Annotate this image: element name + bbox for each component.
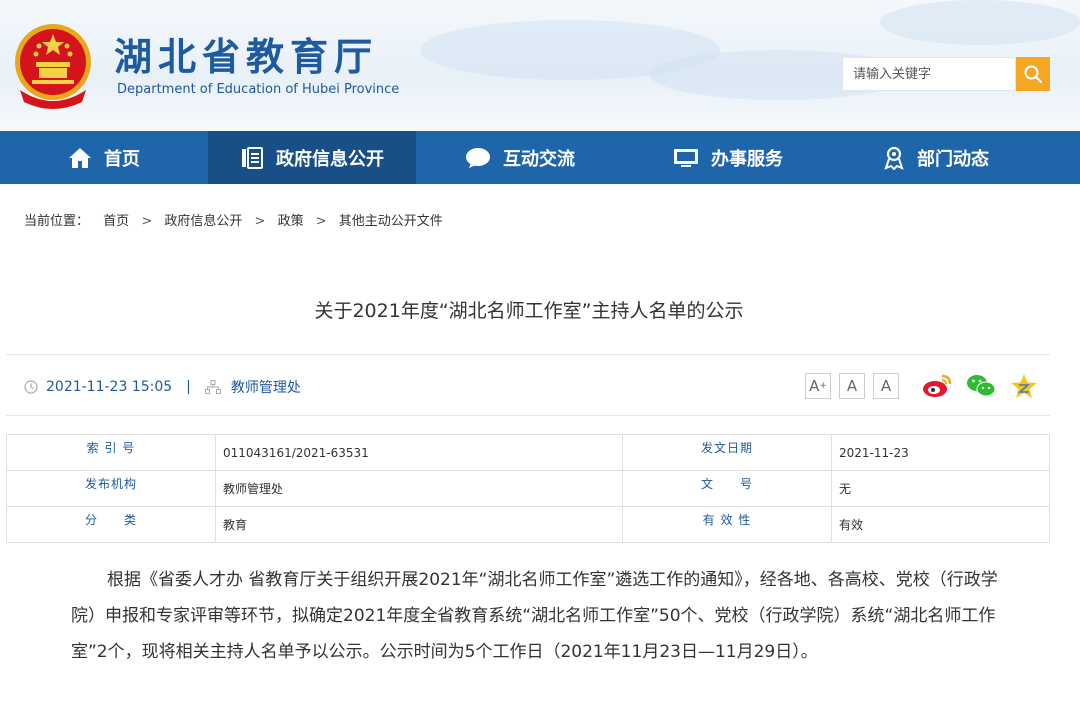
nav-item-label: 首页 bbox=[104, 148, 140, 170]
site-header: 湖北省教育厅 Department of Education of Hubei … bbox=[0, 0, 1080, 131]
qzone-star-icon[interactable] bbox=[1010, 373, 1038, 399]
breadcrumb-prefix: 当前位置： bbox=[24, 214, 90, 229]
chat-bubble-icon bbox=[466, 147, 490, 168]
breadcrumb-separator: > bbox=[254, 214, 266, 229]
site-title: 湖北省教育厅 bbox=[114, 34, 379, 79]
main-nav: 首页 政府信息公开 互动交流 办事服务 部门动态 bbox=[0, 131, 1080, 184]
clock-icon bbox=[24, 380, 38, 394]
info-value: 无 bbox=[831, 470, 1050, 507]
search-icon bbox=[1024, 65, 1043, 84]
meta-divider: | bbox=[186, 379, 191, 395]
weibo-icon[interactable] bbox=[922, 373, 952, 399]
info-key: 文 号 bbox=[622, 470, 832, 507]
info-value: 有效 bbox=[831, 506, 1050, 543]
site-subtitle: Department of Education of Hubei Provinc… bbox=[117, 82, 400, 97]
nav-item-label: 部门动态 bbox=[917, 148, 989, 170]
search-box bbox=[842, 57, 1023, 91]
award-person-icon bbox=[884, 146, 904, 170]
font-reset-button[interactable]: A bbox=[839, 373, 865, 399]
decorative-cloud bbox=[880, 0, 1080, 45]
article-title: 关于2021年度“湖北名师工作室”主持人名单的公示 bbox=[314, 300, 744, 322]
info-value: 教育 bbox=[215, 506, 623, 543]
info-value: 2021-11-23 bbox=[831, 434, 1050, 471]
info-value: 011043161/2021-63531 bbox=[215, 434, 623, 471]
document-info-table: 索 引 号 011043161/2021-63531 发文日期 2021-11-… bbox=[6, 434, 1050, 543]
document-list-icon bbox=[242, 146, 263, 169]
org-chart-icon bbox=[204, 380, 221, 394]
article-meta: 2021-11-23 15:05 | 教师管理处 bbox=[24, 377, 301, 397]
nav-item-dept-news[interactable]: 部门动态 bbox=[832, 131, 1040, 184]
font-increase-button[interactable]: A + bbox=[805, 373, 831, 399]
nav-item-home[interactable]: 首页 bbox=[0, 131, 208, 184]
article-body-paragraph: 根据《省委人才办 省教育厅关于组织开展2021年“湖北名师工作室”遴选工作的通知… bbox=[71, 570, 998, 662]
breadcrumb-gov-info[interactable]: 政府信息公开 bbox=[164, 214, 242, 229]
home-icon bbox=[69, 147, 91, 168]
breadcrumb-separator: > bbox=[315, 214, 327, 229]
info-key: 分 类 bbox=[6, 506, 216, 543]
info-key: 发布机构 bbox=[6, 470, 216, 507]
breadcrumb-home[interactable]: 首页 bbox=[103, 214, 129, 229]
info-value: 教师管理处 bbox=[215, 470, 623, 507]
share-buttons bbox=[922, 373, 1038, 399]
breadcrumb-policy[interactable]: 政策 bbox=[278, 214, 304, 229]
table-row: 发布机构 教师管理处 文 号 无 bbox=[6, 470, 1050, 507]
breadcrumb: 当前位置： 首页 > 政府信息公开 > 政策 > 其他主动公开文件 bbox=[24, 210, 443, 229]
nav-item-interaction[interactable]: 互动交流 bbox=[416, 131, 624, 184]
monitor-icon bbox=[674, 148, 698, 167]
nav-item-services[interactable]: 办事服务 bbox=[624, 131, 832, 184]
table-row: 分 类 教育 有 效 性 有效 bbox=[6, 506, 1050, 543]
nav-item-label: 办事服务 bbox=[711, 148, 783, 170]
info-key: 索 引 号 bbox=[6, 434, 216, 471]
nav-item-label: 互动交流 bbox=[503, 148, 575, 170]
table-row: 索 引 号 011043161/2021-63531 发文日期 2021-11-… bbox=[6, 434, 1050, 471]
font-size-controls: A + A A bbox=[805, 373, 899, 399]
article-meta-bar: 2021-11-23 15:05 | 教师管理处 A + A A bbox=[6, 354, 1050, 416]
national-emblem-icon bbox=[15, 24, 91, 109]
publish-datetime: 2021-11-23 15:05 bbox=[46, 379, 173, 395]
nav-item-label: 政府信息公开 bbox=[276, 148, 384, 170]
wechat-icon[interactable] bbox=[966, 373, 996, 399]
search-button[interactable] bbox=[1016, 57, 1050, 91]
info-key: 发文日期 bbox=[622, 434, 832, 471]
nav-item-gov-info[interactable]: 政府信息公开 bbox=[208, 131, 416, 184]
publishing-department: 教师管理处 bbox=[230, 380, 301, 396]
font-decrease-button[interactable]: A bbox=[873, 373, 899, 399]
breadcrumb-other-files[interactable]: 其他主动公开文件 bbox=[339, 214, 443, 229]
breadcrumb-separator: > bbox=[141, 214, 153, 229]
info-key: 有 效 性 bbox=[622, 506, 832, 543]
search-input[interactable] bbox=[843, 58, 1023, 90]
